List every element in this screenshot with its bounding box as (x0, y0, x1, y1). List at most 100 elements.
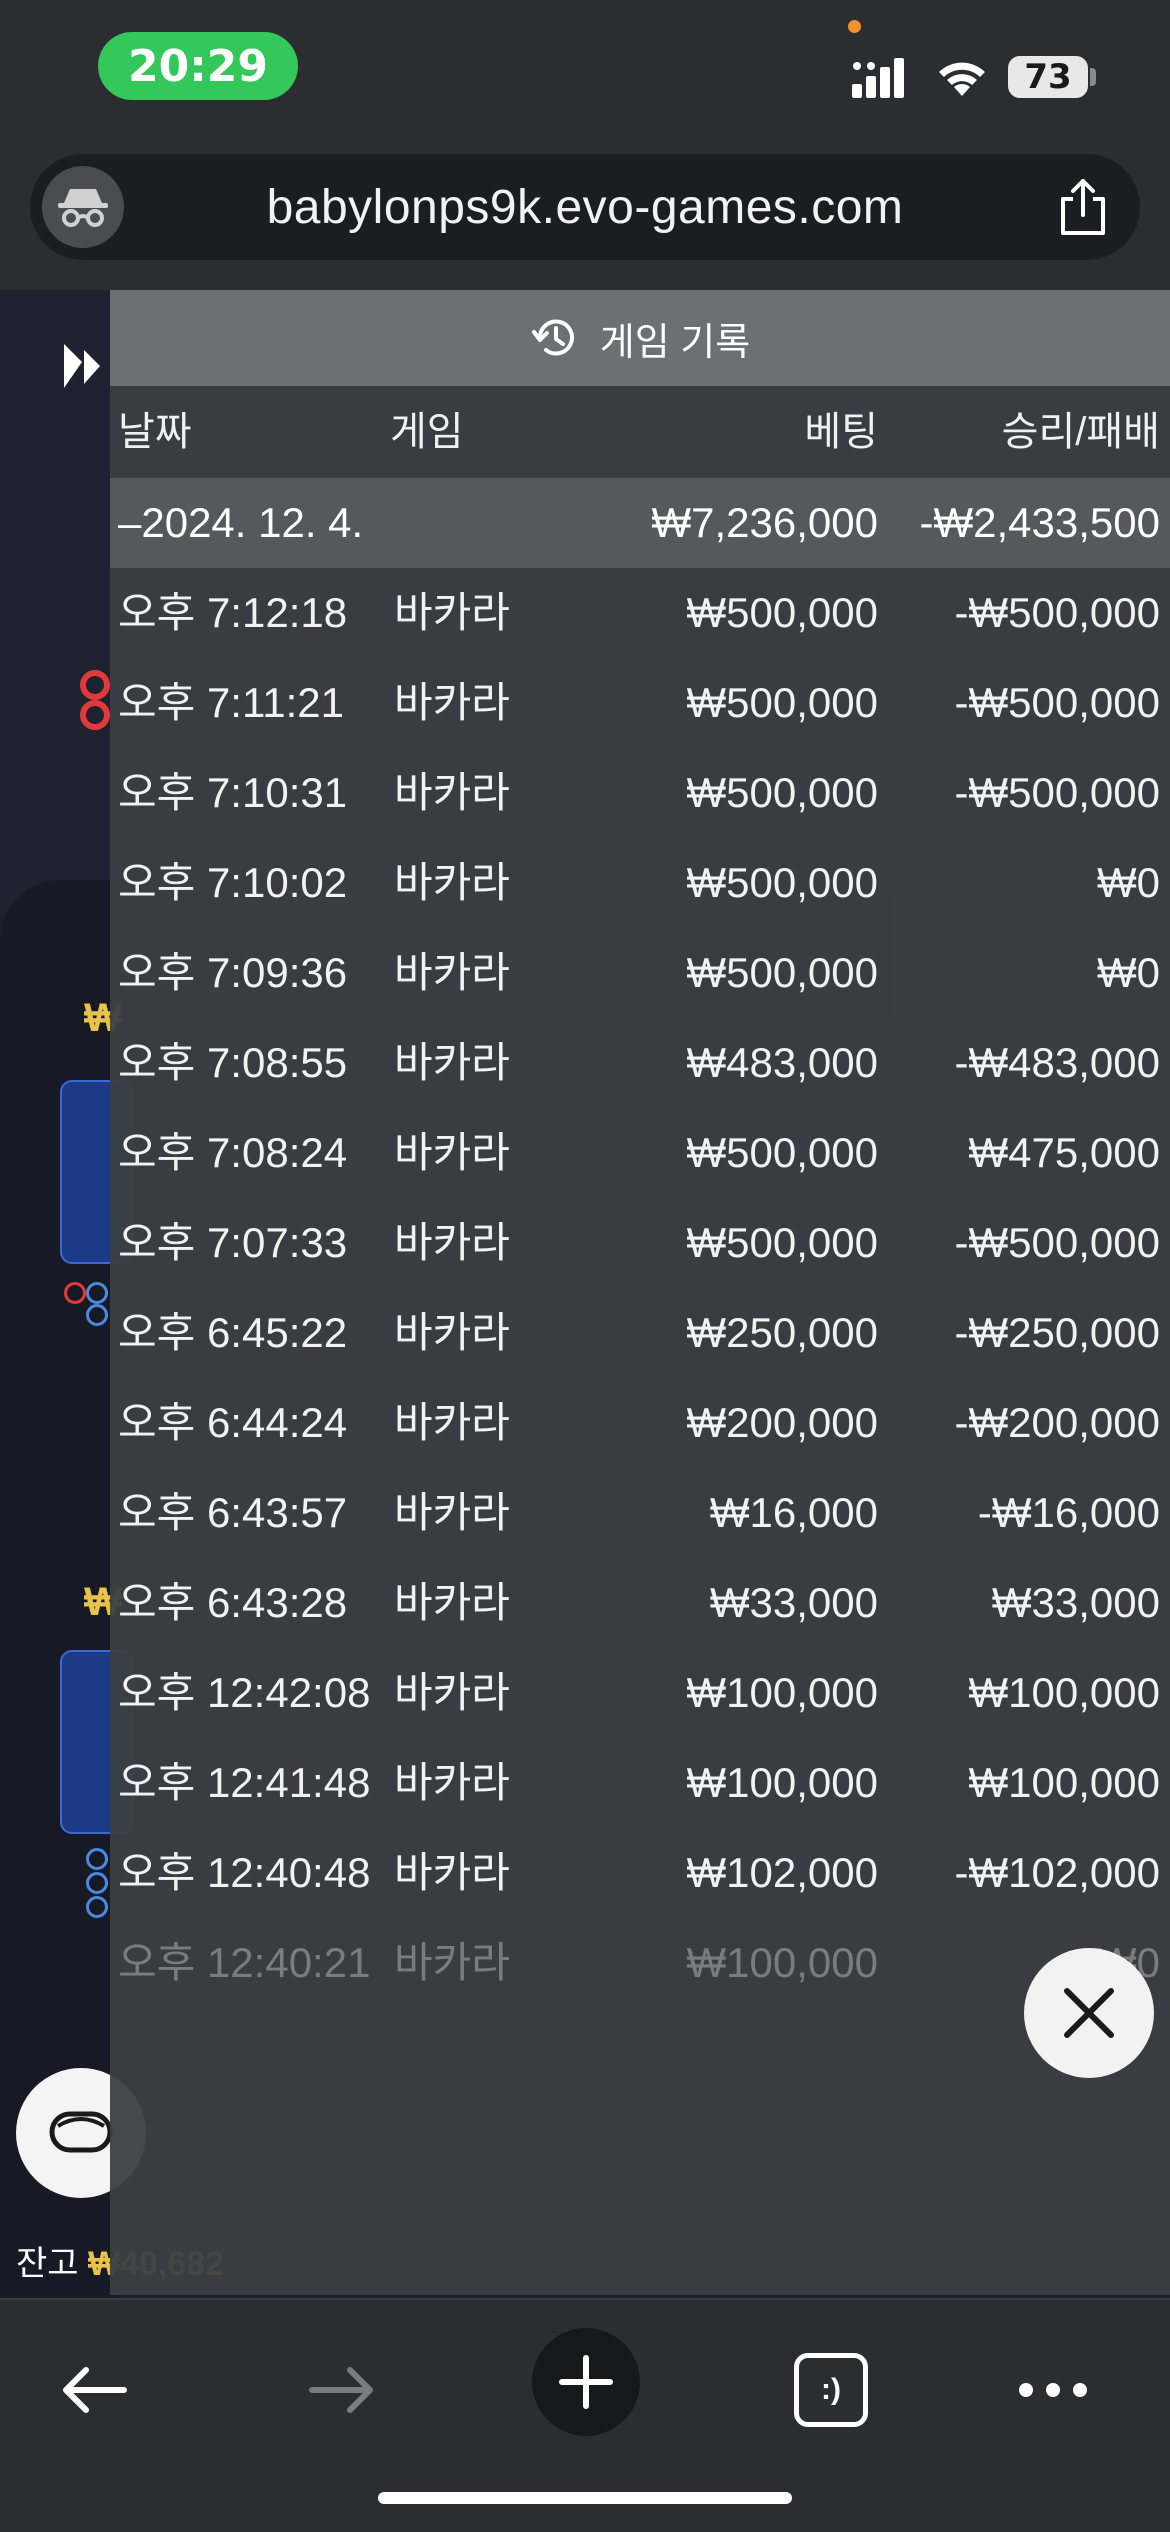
row-game: 바카라 (394, 769, 510, 816)
row-game: 바카라 (394, 679, 510, 726)
row-game: 바카라 (394, 1669, 510, 1716)
forward-button[interactable] (276, 2330, 406, 2450)
table-row[interactable]: 오후 7:12:18 바카라 ₩500,000 -₩500,000 (110, 568, 1170, 658)
row-game: 바카라 (394, 1579, 510, 1626)
row-win-loss: -₩102,000 (954, 1849, 1160, 1896)
table-row[interactable]: 오후 12:40:48 바카라 ₩102,000 -₩102,000 (110, 1828, 1170, 1918)
row-bet: ₩500,000 (686, 679, 878, 726)
row-time: 오후 6:44:24 (118, 1399, 348, 1446)
row-time: 오후 7:08:55 (118, 1039, 348, 1086)
new-tab-button[interactable] (532, 2328, 640, 2436)
roadmap-dot (86, 1896, 108, 1918)
row-bet: ₩16,000 (709, 1489, 878, 1536)
summary-date: –2024. 12. 4. (118, 499, 364, 546)
table-row[interactable]: 오후 6:43:57 바카라 ₩16,000 -₩16,000 (110, 1468, 1170, 1558)
row-win-loss: -₩500,000 (954, 769, 1160, 816)
row-time: 오후 6:43:57 (118, 1489, 348, 1536)
roadmap-marker (80, 700, 110, 730)
row-bet: ₩250,000 (686, 1309, 878, 1356)
tabs-button[interactable]: :) (766, 2330, 896, 2450)
history-rows: 오후 7:12:18 바카라 ₩500,000 -₩500,000 오후 7:11:21… (110, 568, 1170, 2008)
row-win-loss: ₩0 (1097, 859, 1160, 906)
row-time: 오후 12:40:21 (118, 1939, 371, 1986)
roadmap-marker (80, 670, 110, 700)
plus-icon (559, 2355, 613, 2409)
status-time: 20:29 (98, 32, 298, 100)
row-time: 오후 7:09:36 (118, 949, 348, 996)
row-bet: ₩483,000 (686, 1039, 878, 1086)
row-win-loss: ₩0 (1097, 949, 1160, 996)
table-row[interactable]: 오후 7:08:24 바카라 ₩500,000 ₩475,000 (110, 1108, 1170, 1198)
close-button[interactable] (1024, 1948, 1154, 2078)
url-text[interactable]: babylonps9k.evo-games.com (150, 154, 1020, 260)
table-row[interactable]: 오후 7:10:02 바카라 ₩500,000 ₩0 (110, 838, 1170, 928)
row-win-loss: ₩100,000 (968, 1669, 1160, 1716)
wifi-icon (939, 62, 985, 96)
roadmap-dot (86, 1282, 108, 1304)
row-time: 오후 7:07:33 (118, 1219, 348, 1266)
table-row[interactable]: 오후 7:07:33 바카라 ₩500,000 -₩500,000 (110, 1198, 1170, 1288)
table-row[interactable]: 오후 7:10:31 바카라 ₩500,000 -₩500,000 (110, 748, 1170, 838)
table-row[interactable]: 오후 6:45:22 바카라 ₩250,000 -₩250,000 (110, 1288, 1170, 1378)
row-game: 바카라 (394, 1759, 510, 1806)
row-win-loss: -₩16,000 (977, 1489, 1160, 1536)
table-row[interactable]: 오후 12:42:08 바카라 ₩100,000 ₩100,000 (110, 1648, 1170, 1738)
roadmap-dot (86, 1304, 108, 1326)
roadmap-dot (64, 1282, 86, 1304)
row-bet: ₩500,000 (686, 769, 878, 816)
row-bet: ₩500,000 (686, 1129, 878, 1176)
history-header: 게임 기록 (110, 290, 1170, 386)
row-win-loss: -₩250,000 (954, 1309, 1160, 1356)
row-game: 바카라 (394, 949, 510, 996)
row-win-loss: ₩33,000 (991, 1579, 1160, 1626)
row-game: 바카라 (394, 1939, 510, 1986)
table-row[interactable]: 오후 6:43:28 바카라 ₩33,000 ₩33,000 (110, 1558, 1170, 1648)
row-bet: ₩200,000 (686, 1399, 878, 1446)
table-row[interactable]: 오후 6:44:24 바카라 ₩200,000 -₩200,000 (110, 1378, 1170, 1468)
row-time: 오후 6:45:22 (118, 1309, 348, 1356)
tabs-count: :) (794, 2353, 868, 2427)
incognito-icon[interactable] (42, 166, 124, 248)
table-row[interactable]: 오후 7:09:36 바카라 ₩500,000 ₩0 (110, 928, 1170, 1018)
arrow-left-icon (63, 2367, 127, 2413)
cellular-signal-icon (852, 58, 904, 98)
balance-label: 잔고 (16, 2245, 79, 2283)
row-win-loss: -₩500,000 (954, 679, 1160, 726)
row-win-loss: -₩500,000 (954, 589, 1160, 636)
column-header-game: 게임 (390, 410, 464, 454)
row-time: 오후 7:11:21 (118, 679, 344, 726)
row-game: 바카라 (394, 859, 510, 906)
table-row[interactable]: 오후 7:11:21 바카라 ₩500,000 -₩500,000 (110, 658, 1170, 748)
battery-indicator: 73 (1008, 56, 1088, 98)
row-game: 바카라 (394, 1399, 510, 1446)
row-bet: ₩100,000 (686, 1669, 878, 1716)
row-game: 바카라 (394, 589, 510, 636)
row-bet: ₩33,000 (709, 1579, 878, 1626)
row-game: 바카라 (394, 1309, 510, 1356)
back-button[interactable] (30, 2330, 160, 2450)
mic-indicator-icon (848, 20, 861, 33)
row-bet: ₩100,000 (686, 1939, 878, 1986)
more-button[interactable] (988, 2330, 1118, 2450)
history-icon (530, 314, 578, 362)
column-header-win-loss: 승리/패배 (1001, 410, 1160, 454)
address-bar[interactable]: babylonps9k.evo-games.com (30, 154, 1140, 260)
close-icon (1064, 1988, 1114, 2038)
date-summary-row[interactable]: –2024. 12. 4. ₩7,236,000 -₩2,433,500 (110, 478, 1170, 568)
roadmap-dot (86, 1872, 108, 1894)
share-icon[interactable] (1046, 170, 1120, 244)
row-time: 오후 7:10:31 (118, 769, 348, 816)
row-win-loss: -₩200,000 (954, 1399, 1160, 1446)
row-game: 바카라 (394, 1489, 510, 1536)
row-game: 바카라 (394, 1129, 510, 1176)
table-row[interactable]: 오후 7:08:55 바카라 ₩483,000 -₩483,000 (110, 1018, 1170, 1108)
row-win-loss: -₩500,000 (954, 1219, 1160, 1266)
table-row[interactable]: 오후 12:40:21바카라₩100,000₩0 (110, 1918, 1170, 2008)
chat-icon (49, 2111, 113, 2153)
row-game: 바카라 (394, 1219, 510, 1266)
row-time: 오후 7:10:02 (118, 859, 348, 906)
arrow-right-icon (309, 2367, 373, 2413)
table-row[interactable]: 오후 12:41:48 바카라 ₩100,000 ₩100,000 (110, 1738, 1170, 1828)
row-bet: ₩500,000 (686, 949, 878, 996)
summary-bet: ₩7,236,000 (651, 499, 879, 546)
